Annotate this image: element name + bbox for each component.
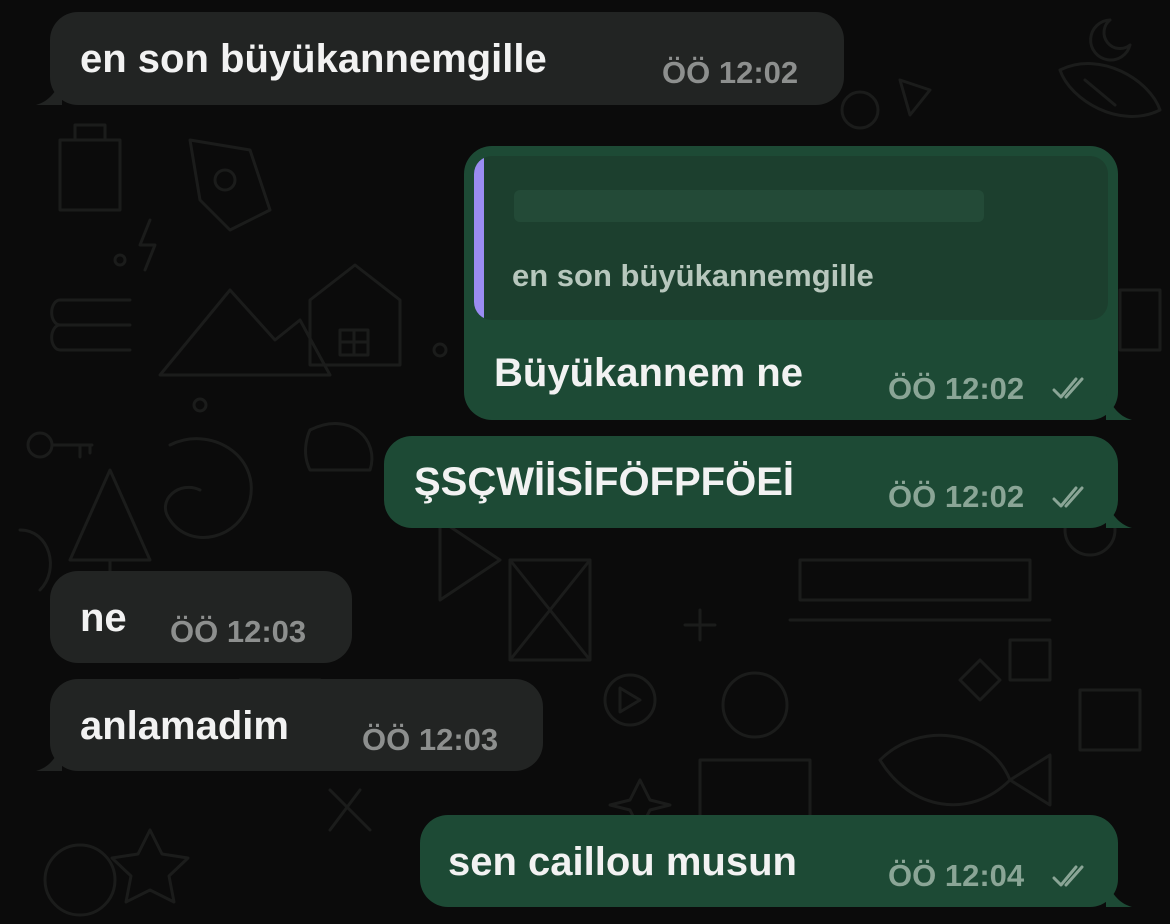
bubble-tail [1106, 502, 1132, 528]
message-bubble-incoming[interactable]: en son büyükannemgille ÖÖ 12:02 [36, 12, 844, 105]
chat-view[interactable]: en son büyükannemgille ÖÖ 12:02 en son b… [0, 0, 1170, 924]
message-bubble-incoming[interactable]: ne ÖÖ 12:03 [50, 571, 352, 663]
message-text: ne [80, 596, 127, 640]
reply-quote-text: en son büyükannemgille [512, 258, 874, 293]
message-time: ÖÖ 12:02 [662, 55, 799, 90]
reply-quote-author-redacted [514, 190, 984, 222]
bubble-tail [36, 79, 62, 105]
bubble-tail [1106, 881, 1132, 907]
double-check-icon [1052, 377, 1084, 399]
message-bubble-outgoing[interactable]: en son büyükannemgille Büyükannem ne ÖÖ … [464, 146, 1132, 420]
bubble-tail [1106, 394, 1132, 420]
message-text: sen caillou musun [448, 840, 797, 884]
message-text: ŞSÇWİİSİFÖFPFÖEİ [414, 460, 795, 504]
message-time: ÖÖ 12:02 [888, 371, 1025, 406]
message-time: ÖÖ 12:03 [362, 722, 499, 757]
message-time: ÖÖ 12:03 [170, 614, 307, 649]
message-text: en son büyükannemgille [80, 37, 547, 81]
message-bubble-incoming[interactable]: anlamadim ÖÖ 12:03 [36, 679, 543, 771]
reply-quote-accent [474, 156, 484, 320]
message-bubble-outgoing[interactable]: ŞSÇWİİSİFÖFPFÖEİ ÖÖ 12:02 [384, 436, 1132, 528]
double-check-icon [1052, 486, 1084, 508]
double-check-icon [1052, 865, 1084, 887]
message-time: ÖÖ 12:04 [888, 858, 1025, 893]
message-time: ÖÖ 12:02 [888, 479, 1025, 514]
message-bubble-outgoing[interactable]: sen caillou musun ÖÖ 12:04 [420, 815, 1132, 907]
message-text: Büyükannem ne [494, 351, 803, 395]
bubble-tail [36, 745, 62, 771]
reply-quote[interactable]: en son büyükannemgille [474, 156, 1108, 320]
message-text: anlamadim [80, 704, 289, 748]
